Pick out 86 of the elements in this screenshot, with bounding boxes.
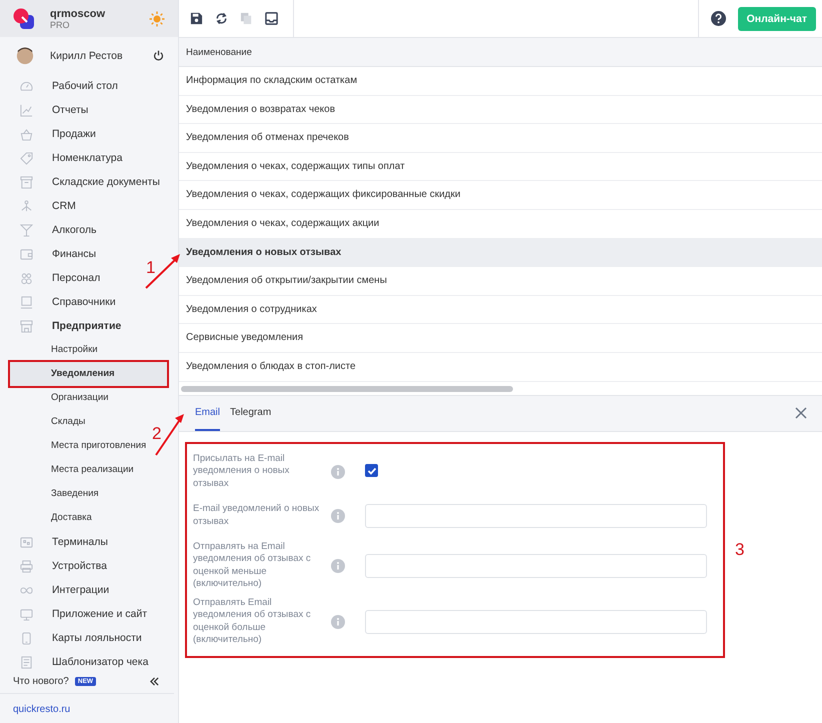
refresh-icon[interactable] (215, 12, 228, 25)
close-icon[interactable] (795, 407, 807, 420)
copy-icon[interactable] (240, 12, 253, 25)
info-icon[interactable] (331, 464, 345, 479)
sidebar-item[interactable]: Персонал (0, 266, 108, 290)
annotation-arrow (145, 254, 180, 289)
collapse-icon[interactable] (149, 676, 160, 686)
whats-new-link[interactable]: Что нового? (13, 676, 69, 686)
tab[interactable]: Telegram (230, 396, 272, 431)
sidebar-item[interactable]: CRM (0, 194, 84, 218)
annotation-number: 2 (152, 424, 162, 444)
table-row[interactable]: Уведомления о блюдах в стоп-листе (179, 352, 822, 382)
field-label: Присылать на E-mail уведомления о новых отзывах (193, 452, 290, 490)
basket-icon (20, 128, 33, 140)
receipt-icon (20, 656, 33, 668)
scrollbar-thumb[interactable] (181, 386, 514, 392)
annotation-number: 3 (735, 540, 744, 560)
sidebar-subitem[interactable]: Склады (0, 410, 94, 434)
sidebar-item[interactable]: Устройства (0, 554, 115, 578)
table-row[interactable]: Уведомления о чеках, содержащих фиксированные скидки (179, 181, 822, 210)
tab[interactable]: Email (195, 396, 220, 431)
qr-icon (20, 536, 33, 548)
sidebar-item[interactable]: Справочники (0, 290, 124, 314)
sidebar-subitem[interactable]: Доставка (0, 506, 100, 530)
save-icon[interactable] (190, 12, 203, 25)
table-row[interactable]: Уведомления о чеках, содержащих типы оплат (179, 152, 822, 182)
annotation-number: 1 (146, 258, 156, 278)
table-row[interactable]: Информация по складским остаткам (179, 67, 822, 96)
sidebar-item[interactable]: Алкоголь (0, 218, 104, 242)
table-row[interactable]: Уведомления об отменах пречеков (179, 124, 822, 153)
sidebar-item[interactable]: Приложение и сайт (0, 602, 156, 626)
field-label: E-mail уведомлений о новых отзывах (193, 503, 320, 528)
input-field[interactable] (365, 504, 707, 528)
avatar (16, 46, 34, 66)
user-name: Кирилл Рестов (50, 50, 124, 62)
sidebar-subitem[interactable]: Настройки (0, 338, 106, 362)
table-row[interactable]: Сервисные уведомления (179, 324, 822, 353)
help-icon[interactable] (710, 11, 726, 26)
input-field[interactable] (365, 610, 707, 634)
sun-icon[interactable] (149, 10, 165, 26)
glass-icon (20, 224, 33, 236)
info-icon[interactable] (331, 508, 345, 523)
plan-label: PRO (50, 20, 71, 30)
sidebar-item[interactable]: Предприятие (0, 314, 130, 338)
sidebar-item[interactable]: Рабочий стол (0, 74, 126, 98)
inbox-icon[interactable] (265, 12, 278, 25)
sidebar-item[interactable]: Шаблонизатор чека (0, 650, 156, 674)
gauge-icon (20, 80, 33, 92)
monitor-icon (20, 608, 33, 620)
sidebar-item[interactable]: Номенклатура (0, 146, 130, 170)
input-field[interactable] (365, 554, 707, 578)
people-icon (20, 272, 33, 284)
sidebar-item[interactable]: Складские документы (0, 170, 168, 194)
field-label: Отправлять на Email уведомления об отзывах с оценкой меньше (включительно) (193, 540, 312, 591)
box-icon (20, 176, 33, 188)
sidebar-subitem[interactable]: Места реализации (0, 458, 142, 482)
sidebar-subitem[interactable]: Уведомления (10, 362, 167, 386)
phone-icon (20, 632, 33, 644)
book-icon (20, 296, 33, 308)
site-link[interactable]: quickresto.ru (13, 704, 70, 715)
chart-icon (20, 104, 33, 116)
logo-icon (13, 8, 35, 30)
sidebar-item[interactable]: Отчеты (0, 98, 96, 122)
table-row[interactable]: Уведомления о сотрудниках (179, 296, 822, 324)
checkbox[interactable] (365, 464, 378, 478)
power-icon[interactable] (153, 50, 164, 61)
table-row[interactable]: Уведомления о новых отзывах (179, 238, 822, 268)
sidebar-item[interactable]: Финансы (0, 242, 104, 266)
printer-icon (20, 560, 33, 572)
column-header[interactable]: Наименование (186, 46, 252, 58)
table-row[interactable]: Уведомления о возвратах чеков (179, 96, 822, 124)
sidebar-item[interactable]: Терминалы (0, 530, 116, 554)
sidebar-item[interactable]: Продажи (0, 122, 104, 146)
table-row[interactable]: Уведомления об открытии/закрытии смены (179, 267, 822, 296)
hierarchy-icon (20, 200, 33, 212)
sidebar-item[interactable]: Интеграции (0, 578, 118, 602)
tag-icon (20, 152, 33, 164)
brand-name: qrmoscow (50, 8, 106, 20)
sidebar-subitem[interactable]: Организации (0, 386, 116, 410)
sidebar-item[interactable]: Карты лояльности (0, 626, 150, 650)
sidebar-subitem[interactable]: Заведения (0, 482, 107, 506)
field-label: Отправлять Email уведомления об отзывах с оценкой больше (включительно) (193, 596, 312, 647)
info-icon[interactable] (331, 614, 345, 629)
store-icon (20, 320, 33, 332)
wallet-icon (20, 248, 33, 260)
info-icon[interactable] (331, 558, 345, 573)
